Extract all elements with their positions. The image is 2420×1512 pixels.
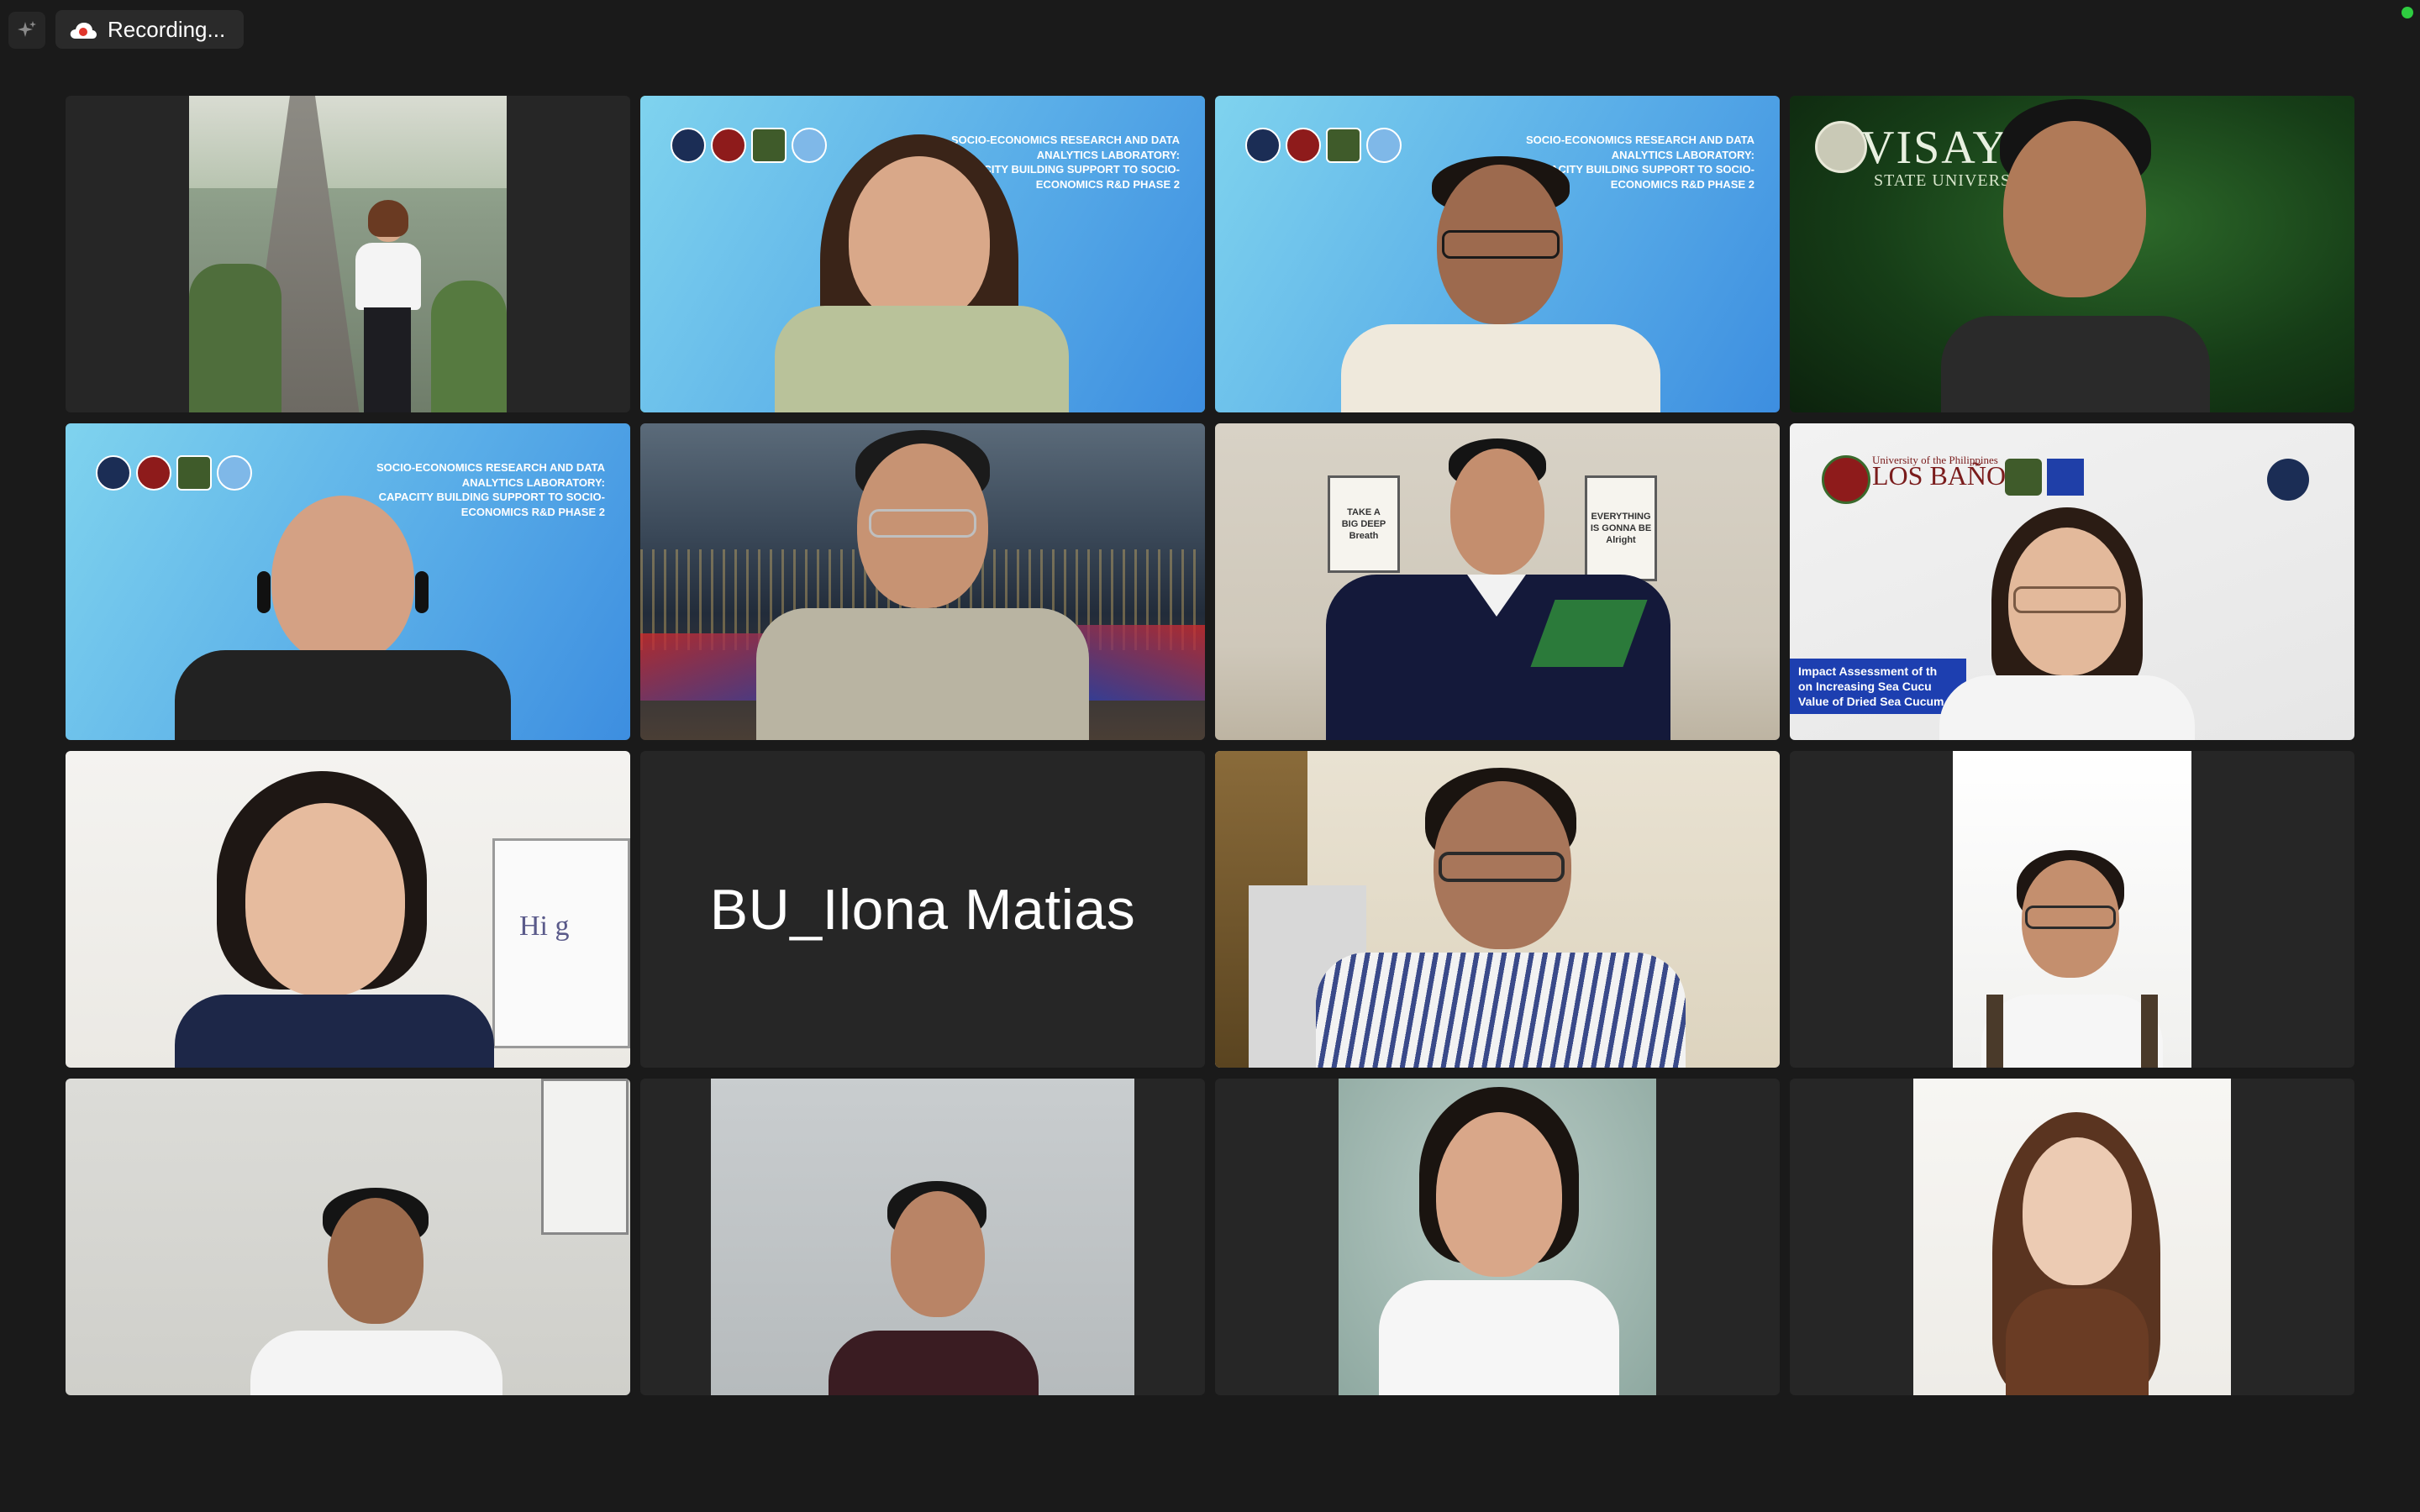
participant-tile-6[interactable]	[640, 423, 1205, 740]
ai-companion-button[interactable]	[8, 12, 45, 49]
participant-video: VISAYA STATE UNIVERS	[1790, 96, 2354, 412]
participant-video	[1953, 751, 2191, 1068]
participant-tile-11[interactable]	[1215, 751, 1780, 1068]
participant-tile-12[interactable]	[1790, 751, 2354, 1068]
participant-video	[711, 1079, 1134, 1395]
participant-video	[1339, 1079, 1656, 1395]
whiteboard-writing: Hi g	[519, 911, 570, 942]
participant-tile-8[interactable]: University of the Philippines LOS BAÑOS …	[1790, 423, 2354, 740]
wall-poster: TAKE A BIG DEEP Breath	[1328, 475, 1400, 573]
participant-video	[189, 96, 507, 412]
participant-tile-4[interactable]: VISAYA STATE UNIVERS	[1790, 96, 2354, 412]
participant-display-name: BU_Ilona Matias	[709, 877, 1136, 942]
participant-video: SOCIO-ECONOMICS RESEARCH AND DATA ANALYT…	[66, 423, 630, 740]
participant-video	[1913, 1079, 2231, 1395]
sparkle-icon	[18, 21, 36, 37]
participant-video	[640, 423, 1205, 740]
meeting-top-bar: Recording...	[0, 0, 2420, 59]
participant-tile-10[interactable]: BU_Ilona Matias	[640, 751, 1205, 1068]
participant-video	[1215, 751, 1780, 1068]
impact-assessment-title: Impact Assessment of th on Increasing Se…	[1790, 659, 1966, 714]
participant-tile-16[interactable]	[1790, 1079, 2354, 1395]
participant-tile-13[interactable]	[66, 1079, 630, 1395]
participant-video: Hi g	[66, 751, 630, 1068]
participant-video: University of the Philippines LOS BAÑOS …	[1790, 423, 2354, 740]
institution-logos	[671, 128, 827, 163]
wall-poster: EVERYTHING IS GONNA BE Alright	[1585, 475, 1657, 581]
participant-tile-5[interactable]: SOCIO-ECONOMICS RESEARCH AND DATA ANALYT…	[66, 423, 630, 740]
gallery-view-grid: SOCIO-ECONOMICS RESEARCH AND DATA ANALYT…	[66, 96, 2354, 1395]
participant-video: SOCIO-ECONOMICS RESEARCH AND DATA ANALYT…	[1215, 96, 1780, 412]
recording-label: Recording...	[108, 16, 226, 42]
participant-video: TAKE A BIG DEEP Breath EVERYTHING IS GON…	[1215, 423, 1780, 740]
vsu-logo-subtitle: STATE UNIVERS	[1874, 171, 2012, 190]
participant-tile-3[interactable]: SOCIO-ECONOMICS RESEARCH AND DATA ANALYT…	[1215, 96, 1780, 412]
institution-logos	[96, 455, 252, 491]
connection-status-dot	[2402, 7, 2413, 18]
participant-tile-15[interactable]	[1215, 1079, 1780, 1395]
uplb-logo-text: LOS BAÑOS	[1872, 460, 2021, 491]
participant-tile-1[interactable]	[66, 96, 630, 412]
recording-indicator[interactable]: Recording...	[55, 10, 245, 49]
cloud-record-icon	[69, 20, 97, 39]
institution-logos	[1245, 128, 1402, 163]
participant-video	[66, 1079, 630, 1395]
participant-video: SOCIO-ECONOMICS RESEARCH AND DATA ANALYT…	[640, 96, 1205, 412]
participant-tile-9[interactable]: Hi g	[66, 751, 630, 1068]
participant-tile-2[interactable]: SOCIO-ECONOMICS RESEARCH AND DATA ANALYT…	[640, 96, 1205, 412]
participant-tile-14[interactable]	[640, 1079, 1205, 1395]
participant-tile-7[interactable]: TAKE A BIG DEEP Breath EVERYTHING IS GON…	[1215, 423, 1780, 740]
